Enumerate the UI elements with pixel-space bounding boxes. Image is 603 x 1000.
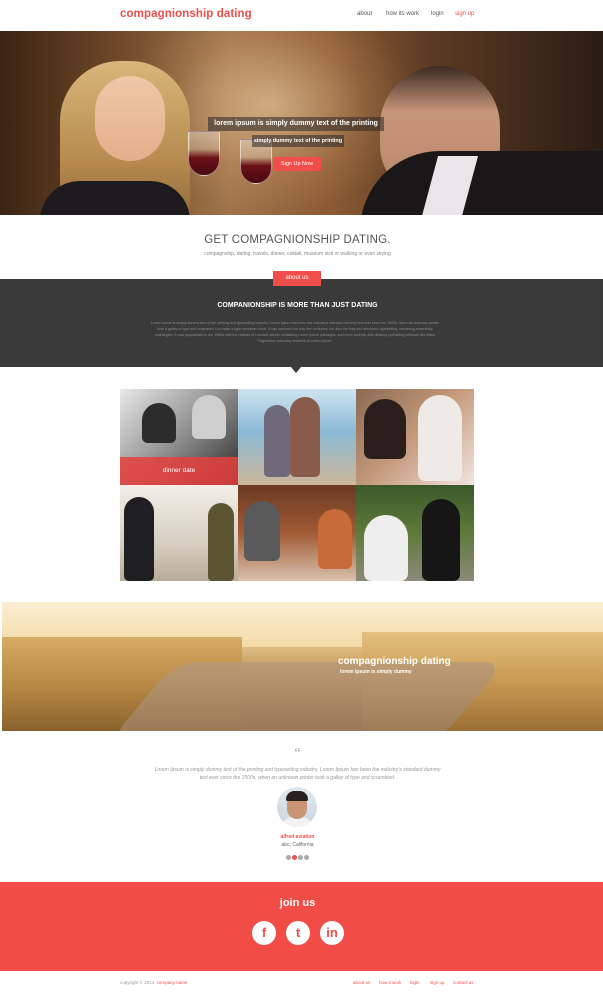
hero-woman-dress (40, 181, 190, 215)
field-banner (2, 602, 603, 731)
nav-login[interactable]: login (431, 11, 444, 17)
person-silhouette (364, 399, 406, 459)
join-section: join us f t in (0, 882, 603, 971)
avatar (277, 787, 317, 827)
about-text: Lorem Ipsum is simply dummy text of the … (150, 321, 440, 343)
carousel-dot-4[interactable] (304, 855, 309, 860)
footer-link-about-us[interactable]: about us (353, 980, 370, 985)
gallery-tile-couple-beach[interactable] (238, 389, 356, 485)
nav-sign-up[interactable]: sign up (455, 11, 474, 17)
avatar-hair (286, 791, 308, 801)
person-silhouette (264, 405, 290, 477)
wine-glass-icon (188, 131, 220, 176)
gallery-tile-couple-smile[interactable] (356, 389, 474, 485)
banner-subtitle: lorem ipsum is simply dummy (340, 669, 412, 675)
about-us-tab[interactable]: about us (273, 271, 321, 286)
carousel-dot-3[interactable] (298, 855, 303, 860)
footer-link-login[interactable]: login (410, 980, 420, 985)
banner-title: compagnionship dating (338, 656, 451, 667)
person-silhouette (364, 515, 408, 581)
hero-woman-face (95, 76, 165, 161)
testimonial-location: abc, California (281, 842, 314, 848)
carousel-dot-1[interactable] (286, 855, 291, 860)
person-silhouette (208, 503, 234, 581)
quote-icon: “ (294, 746, 301, 761)
hero-title: lorem ipsum is simply dummy text of the … (208, 117, 384, 131)
intro-subtitle: compagnship, dating, travels, dinner, co… (204, 251, 391, 257)
gallery-tile-couple-street[interactable] (120, 485, 238, 581)
gallery-tile-couple-bw[interactable]: dinner date (120, 389, 238, 485)
linkedin-icon[interactable]: in (320, 921, 344, 945)
nav-how-its-work[interactable]: how its work (386, 11, 419, 17)
person-silhouette (290, 397, 320, 477)
site-logo[interactable]: compagnionship dating (120, 8, 252, 20)
twitter-icon[interactable]: t (286, 921, 310, 945)
copyright: copyright © 2014, company name (120, 980, 187, 985)
about-section: COMPANIONSHIP IS MORE THAN JUST DATING L… (0, 279, 603, 367)
site-header: compagnionship dating about how its work… (0, 0, 603, 30)
sign-up-now-button[interactable]: Sign Up Now (273, 157, 321, 171)
hero-subtitle: simply dummy text of the printing (252, 135, 344, 147)
footer-link-how-it-work[interactable]: how it work (379, 980, 402, 985)
footer-link-sign-up[interactable]: sign up (430, 980, 445, 985)
join-title: join us (279, 897, 316, 909)
person-silhouette (422, 499, 460, 581)
person-silhouette (192, 395, 226, 439)
intro-title: GET COMPAGNIONSHIP DATING. (204, 234, 391, 246)
gallery-tile-couple-restaurant[interactable] (238, 485, 356, 581)
footer-link-contact-us[interactable]: contact us (453, 980, 474, 985)
person-silhouette (142, 403, 176, 443)
nav-about[interactable]: about (357, 11, 372, 17)
carousel-dot-2[interactable] (292, 855, 297, 860)
testimonial-name: alfred aviation (280, 834, 315, 840)
about-heading: COMPANIONSHIP IS MORE THAN JUST DATING (217, 302, 378, 309)
person-silhouette (318, 509, 352, 569)
about-arrow-indicator (291, 367, 301, 373)
gallery-caption: dinner date (120, 457, 238, 485)
person-silhouette (244, 501, 280, 561)
person-silhouette (124, 497, 154, 581)
photo-gallery: dinner date (120, 389, 474, 581)
field-road (108, 662, 506, 731)
copyright-text: copyright © 2014, (120, 980, 156, 985)
company-name-link[interactable]: company name (157, 980, 188, 985)
gallery-tile-couple-formal[interactable] (356, 485, 474, 581)
testimonial-text: Lorem Ipsum is simply dummy text of the … (154, 767, 441, 781)
person-silhouette (418, 395, 462, 481)
facebook-icon[interactable]: f (252, 921, 276, 945)
